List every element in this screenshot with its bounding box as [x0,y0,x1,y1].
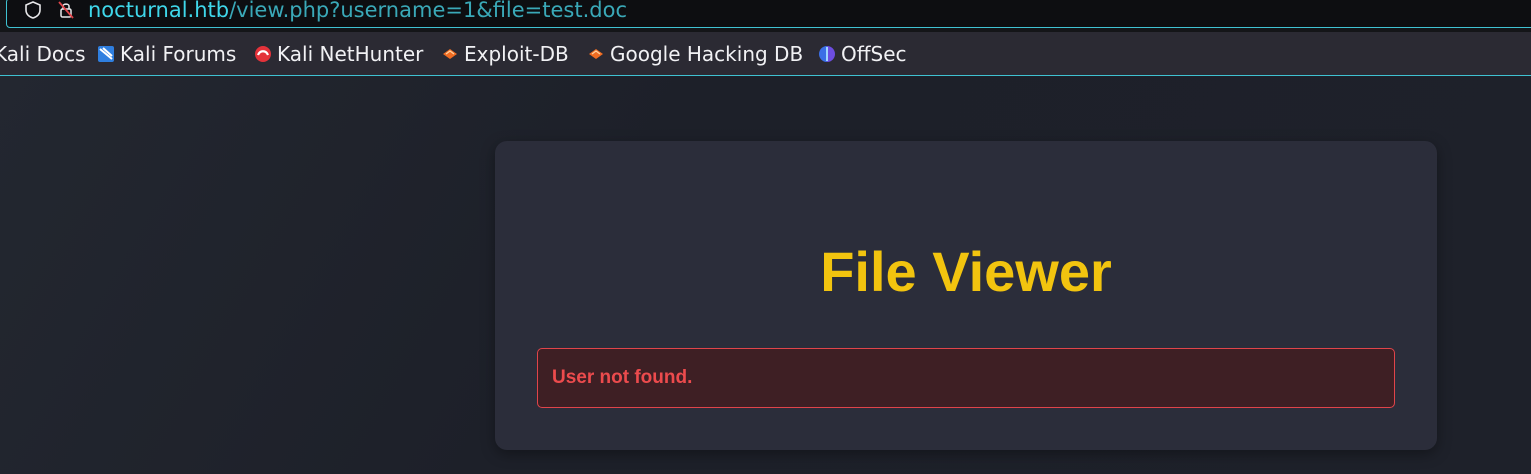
error-message: User not found. [552,367,693,388]
bookmark-google-hacking-db[interactable]: Google Hacking DB [587,32,803,76]
nethunter-icon [255,46,271,62]
bookmark-label: OffSec [841,42,907,66]
bookmark-label: Kali NetHunter [277,42,424,66]
insecure-lock-icon[interactable] [56,0,76,20]
bookmark-kali-docs[interactable]: Kali Docs [0,32,86,76]
bookmark-exploit-db[interactable]: Exploit-DB [441,32,569,76]
address-bar-area: nocturnal.htb/view.php?username=1&file=t… [0,0,1531,32]
bookmark-kali-forums[interactable]: Kali Forums [97,32,236,76]
url-path: /view.php?username=1&file=test.doc [229,0,628,22]
bookmark-label: Kali Forums [120,42,237,66]
ghdb-icon [589,49,603,59]
exploit-db-icon [443,49,457,59]
bookmark-label: Google Hacking DB [610,42,804,66]
offsec-icon [819,46,835,62]
file-viewer-card: File Viewer User not found. [495,141,1437,450]
page-title: File Viewer [820,240,1112,303]
shield-icon[interactable] [24,1,42,19]
bookmarks-toolbar: Kali Docs Kali Forums Kali NetHunter Exp… [0,32,1531,76]
error-alert: User not found. [537,348,1395,408]
page-content: File Viewer User not found. [0,76,1531,474]
url-host: nocturnal.htb [88,0,230,22]
bookmark-label: Kali Docs [0,42,86,66]
bookmark-offsec[interactable]: OffSec [818,32,907,76]
url-text[interactable]: nocturnal.htb/view.php?username=1&file=t… [88,0,627,23]
url-input[interactable]: nocturnal.htb/view.php?username=1&file=t… [6,0,1531,28]
bookmark-label: Exploit-DB [464,42,569,66]
kali-forums-icon [98,46,114,62]
bookmark-kali-nethunter[interactable]: Kali NetHunter [254,32,423,76]
